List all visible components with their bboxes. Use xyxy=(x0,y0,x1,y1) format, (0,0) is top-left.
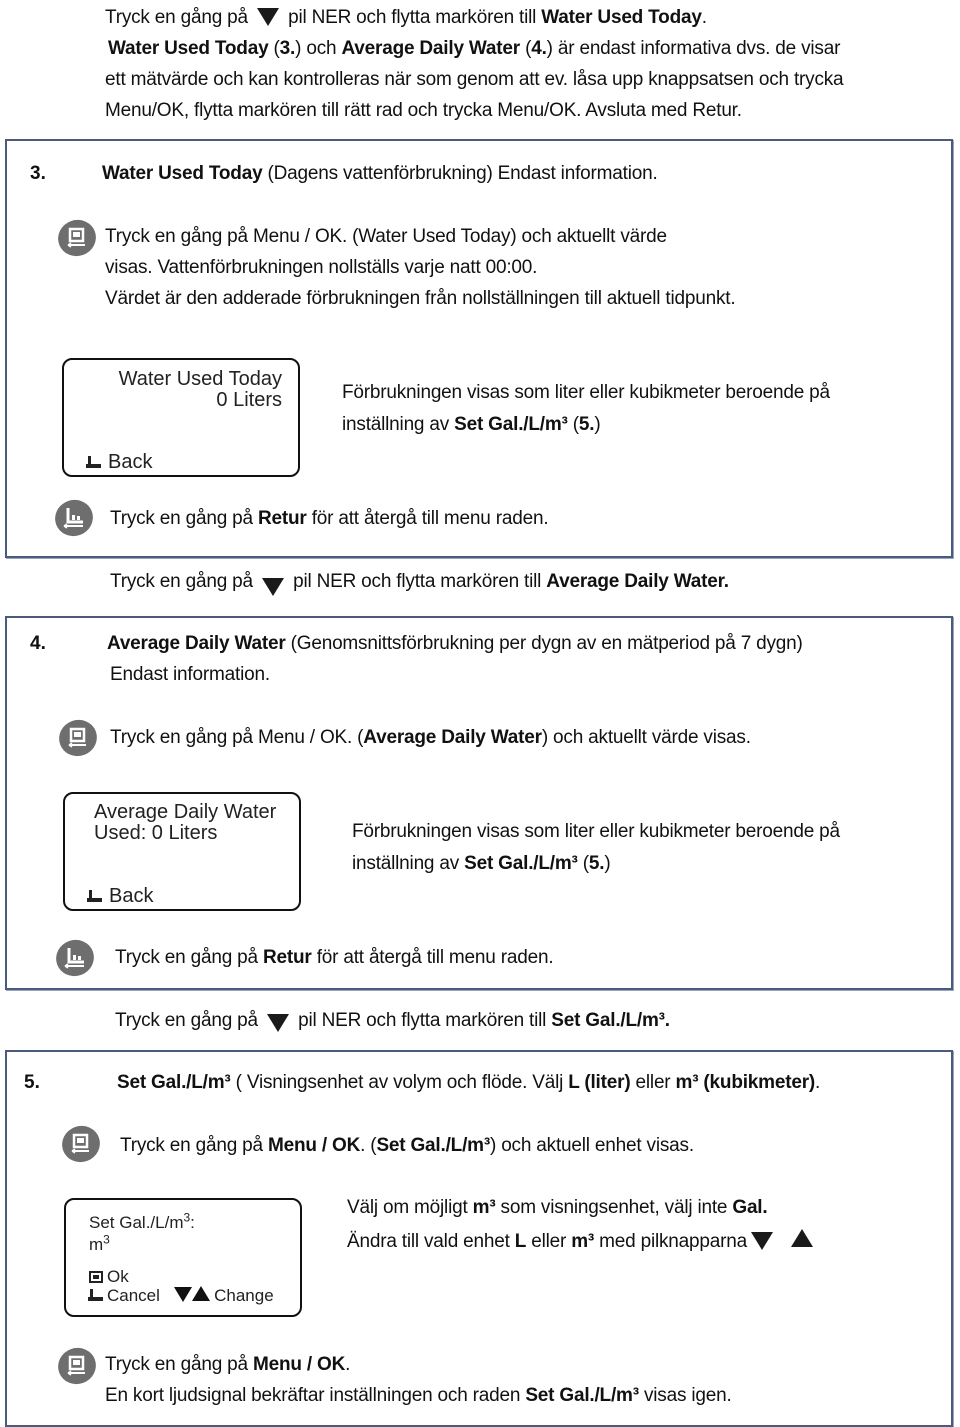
intro-line-3: ett mätvärde och kan kontrolleras när so… xyxy=(105,69,844,90)
section-3-note-line-1: Förbrukningen visas som liter eller kubi… xyxy=(342,382,830,403)
section-3-box xyxy=(5,139,953,558)
intro-line-1: Tryck en gång på pil NER och flytta mark… xyxy=(105,7,707,28)
lcd-display-water-used-today: Water Used Today 0 Liters Back xyxy=(62,358,300,477)
lcd-back: Back xyxy=(86,451,152,473)
menu-ok-icon xyxy=(89,1271,103,1283)
menu-ok-button-icon xyxy=(52,214,102,262)
lcd-display-set-gal-l-m3: Set Gal./L/m3: m3 Ok Cancel Change xyxy=(64,1198,302,1317)
lcd-display-average-daily-water: Average Daily Water Used: 0 Liters Back xyxy=(63,792,301,911)
section-4-title-line-2: Endast information. xyxy=(110,664,270,685)
arrow-down-icon xyxy=(262,578,284,596)
section-4-title: Average Daily Water (Genomsnittsförbrukn… xyxy=(107,633,803,654)
arrow-down-icon xyxy=(267,1014,289,1032)
section-4-note-line-2: inställning av Set Gal./L/m³ (5.) xyxy=(352,853,611,874)
section-4-note-line-1: Förbrukningen visas som liter eller kubi… xyxy=(352,821,840,842)
lcd-back: Back xyxy=(87,885,153,907)
section-3-menu-line-1: Tryck en gång på Menu / OK. (Water Used … xyxy=(105,226,667,247)
back-icon xyxy=(87,890,103,902)
section-5-note-line-1: Välj om möjligt m³ som visningsenhet, vä… xyxy=(347,1197,768,1218)
menu-ok-button-icon xyxy=(52,1342,102,1390)
back-icon xyxy=(88,1289,104,1301)
section-5-confirm-line-1: Tryck en gång på Menu / OK. xyxy=(105,1354,351,1375)
arrow-up-icon xyxy=(192,1286,211,1301)
section-3-number: 3. xyxy=(30,163,46,184)
lcd-cancel-change: Cancel Change xyxy=(88,1285,274,1307)
section-3-note-line-2: inställning av Set Gal./L/m³ (5.) xyxy=(342,414,601,435)
menu-ok-button-icon xyxy=(56,1120,106,1168)
section-4-menu-text: Tryck en gång på Menu / OK. (Average Dai… xyxy=(110,727,751,748)
return-button-icon xyxy=(50,934,100,982)
menu-ok-button-icon xyxy=(53,714,103,762)
arrow-down-icon xyxy=(257,8,279,26)
section-4-return-text: Tryck en gång på Retur för att återgå ti… xyxy=(115,947,554,968)
section-5-menu-text: Tryck en gång på Menu / OK. (Set Gal./L/… xyxy=(120,1135,694,1156)
intro-line-4: Menu/OK, flytta markören till rätt rad o… xyxy=(105,100,742,121)
nav-to-average-daily-water: Tryck en gång på pil NER och flytta mark… xyxy=(110,571,729,596)
section-3-menu-line-3: Värdet är den adderade förbrukningen frå… xyxy=(105,288,736,309)
section-5-title: Set Gal./L/m³ ( Visningsenhet av volym o… xyxy=(117,1072,821,1093)
back-icon xyxy=(86,456,102,468)
return-button-icon xyxy=(49,494,99,542)
section-3-return-text: Tryck en gång på Retur för att återgå ti… xyxy=(110,508,549,529)
lcd-line-2: 0 Liters xyxy=(216,389,282,411)
lcd-line-1: Water Used Today xyxy=(118,368,282,390)
lcd-line-2: m3 xyxy=(89,1232,110,1254)
section-5-number: 5. xyxy=(24,1072,40,1093)
arrow-down-icon xyxy=(174,1287,193,1302)
section-5-note-line-2: Ändra till vald enhet L eller m³ med pil… xyxy=(347,1229,817,1253)
lcd-line-1: Set Gal./L/m3: xyxy=(89,1210,195,1232)
section-5-confirm-line-2: En kort ljudsignal bekräftar inställning… xyxy=(105,1385,732,1406)
lcd-line-2: Used: 0 Liters xyxy=(94,822,218,844)
arrow-down-icon xyxy=(751,1232,773,1250)
section-3-title: Water Used Today (Dagens vattenförbrukni… xyxy=(102,163,658,184)
section-3-menu-line-2: visas. Vattenförbrukningen nollställs va… xyxy=(105,257,538,278)
intro-line-2: Water Used Today (3.) och Average Daily … xyxy=(108,38,841,59)
section-4-number: 4. xyxy=(30,633,46,654)
nav-to-set-gal-l-m3: Tryck en gång på pil NER och flytta mark… xyxy=(115,1010,670,1032)
arrow-up-icon xyxy=(791,1229,814,1247)
lcd-line-1: Average Daily Water xyxy=(94,801,277,823)
